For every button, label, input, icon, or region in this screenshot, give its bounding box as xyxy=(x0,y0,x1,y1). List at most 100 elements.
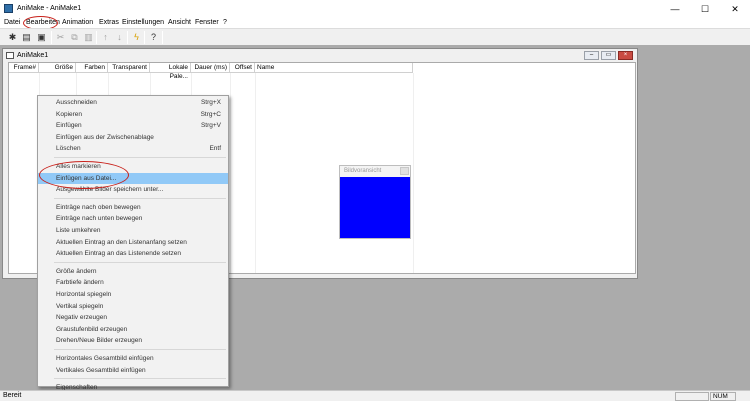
column-header-frame[interactable]: Frame# xyxy=(9,63,39,73)
context-menu-item[interactable]: Vertikales Gesamtbild einfügen xyxy=(38,365,228,376)
column-header-colors[interactable]: Farben xyxy=(76,63,108,73)
toolbar-separator xyxy=(51,31,52,44)
save-icon[interactable]: ▣ xyxy=(35,31,48,44)
context-menu-item[interactable]: Kopieren Strg+C xyxy=(38,109,228,120)
context-menu-item[interactable]: Farbtiefe ändern xyxy=(38,277,228,288)
context-menu-item[interactable]: Einfügen Strg+V xyxy=(38,120,228,131)
context-menu-item[interactable]: Liste umkehren xyxy=(38,225,228,236)
annotation-circle-menu-item xyxy=(39,161,129,189)
context-menu-item[interactable]: Drehen/Neue Bilder erzeugen xyxy=(38,335,228,346)
context-menu-item-label: Liste umkehren xyxy=(56,227,101,234)
title-bar: AniMake - AniMake1 — ☐ ✕ xyxy=(0,0,750,18)
context-menu-item-label: Einträge nach unten bewegen xyxy=(56,215,143,223)
context-menu-item-shortcut: Strg+C xyxy=(200,110,221,118)
column-header-transparent[interactable]: Transparent xyxy=(108,63,150,73)
preview-canvas xyxy=(340,177,410,238)
column-header-name[interactable]: Name xyxy=(255,63,413,73)
context-menu-item[interactable]: Einträge nach oben bewegen xyxy=(38,202,228,213)
toolbar-separator xyxy=(162,31,163,44)
menu-help[interactable]: ? xyxy=(223,19,227,26)
context-menu-item-label: Einfügen xyxy=(56,122,82,130)
context-menu-item-shortcut: Strg+X xyxy=(200,99,221,106)
context-menu-item-label: Kopieren xyxy=(56,110,83,118)
status-pane-empty xyxy=(675,392,709,401)
move-down-icon[interactable]: ↓ xyxy=(113,31,126,44)
menu-separator xyxy=(54,378,226,380)
help-icon[interactable]: ? xyxy=(147,31,160,44)
context-menu-item-label: Graustufenbild erzeugen xyxy=(56,325,128,333)
context-menu-item[interactable]: Größe ändern xyxy=(38,266,228,277)
context-menu-item-label: Einfügen aus der Zwischenablage xyxy=(56,133,154,141)
context-menu-item[interactable]: Horizontales Gesamtbild einfügen xyxy=(38,353,228,364)
close-button[interactable]: ✕ xyxy=(720,0,750,18)
context-menu-item-label: Ausschneiden xyxy=(56,99,97,106)
context-menu-item[interactable]: Löschen Entf xyxy=(38,143,228,154)
context-menu-item-label: Farbtiefe ändern xyxy=(56,279,104,287)
context-menu-item-label: Löschen xyxy=(56,145,81,153)
new-icon[interactable]: ✱ xyxy=(6,31,19,44)
status-num-indicator: NUM xyxy=(710,392,736,401)
context-menu-item[interactable]: Einträge nach unten bewegen xyxy=(38,213,228,224)
context-menu: Ausschneiden Strg+X Kopieren Strg+C Einfügen… xyxy=(37,95,229,391)
paste-icon[interactable]: ▥ xyxy=(82,31,95,44)
menu-bar: Datei Bearbeiten Animation Extras Einste… xyxy=(0,18,750,28)
column-header-size[interactable]: Größe xyxy=(39,63,76,73)
menu-fenster[interactable]: Fenster xyxy=(195,19,219,26)
context-menu-item[interactable]: Aktuellen Eintrag an den Listenanfang se… xyxy=(38,237,228,248)
toolbar-separator xyxy=(144,31,145,44)
context-menu-item-label: Horizontales Gesamtbild einfügen xyxy=(56,355,154,362)
context-menu-item-label: Vertikal spiegeln xyxy=(56,302,104,310)
menu-einstellungen[interactable]: Einstellungen xyxy=(122,19,164,26)
cut-icon[interactable]: ✂ xyxy=(54,31,67,44)
child-close-button[interactable]: × xyxy=(618,51,633,60)
menu-datei[interactable]: Datei xyxy=(4,19,20,26)
move-up-icon[interactable]: ↑ xyxy=(99,31,112,44)
context-menu-item-label: Negativ erzeugen xyxy=(56,314,107,322)
context-menu-item[interactable]: Vertikal spiegeln xyxy=(38,301,228,312)
column-header-local-palette[interactable]: Lokale Pale... xyxy=(150,63,191,80)
context-menu-item-label: Vertikales Gesamtbild einfügen xyxy=(56,366,146,374)
menu-animation[interactable]: Animation xyxy=(62,19,93,26)
context-menu-item[interactable]: Horizontal spiegeln xyxy=(38,289,228,300)
menu-separator xyxy=(54,349,226,350)
menu-ansicht[interactable]: Ansicht xyxy=(168,19,191,26)
context-menu-item[interactable]: Graustufenbild erzeugen xyxy=(38,324,228,335)
document-icon xyxy=(6,52,14,59)
context-menu-item-label: Aktuellen Eintrag an das Listenende setz… xyxy=(56,250,182,258)
image-preview-window: Bildvoransicht xyxy=(339,165,411,239)
context-menu-item-label: Horizontal spiegeln xyxy=(56,291,112,298)
context-menu-item-label: Aktuellen Eintrag an den Listenanfang se… xyxy=(56,238,187,246)
column-divider xyxy=(413,73,414,273)
child-restore-button[interactable]: ▭ xyxy=(601,51,616,60)
column-header-offset[interactable]: Offset xyxy=(230,63,255,73)
column-header-duration[interactable]: Dauer (ms) xyxy=(191,63,230,73)
minimize-button[interactable]: — xyxy=(660,0,690,18)
context-menu-item[interactable]: Negativ erzeugen xyxy=(38,312,228,323)
context-menu-item[interactable]: Einfügen aus der Zwischenablage xyxy=(38,132,228,143)
child-window-title: AniMake1 xyxy=(17,52,49,59)
copy-icon[interactable]: ⧉ xyxy=(68,31,81,44)
context-menu-item-label: Drehen/Neue Bilder erzeugen xyxy=(56,337,142,345)
image-preview-title: Bildvoransicht xyxy=(344,168,382,174)
status-bar: Bereit NUM xyxy=(0,390,750,401)
menu-extras[interactable]: Extras xyxy=(99,19,119,26)
context-menu-item-label: Einträge nach oben bewegen xyxy=(56,203,141,211)
context-menu-item-shortcut: Entf xyxy=(209,145,221,153)
play-icon[interactable]: ϟ xyxy=(130,31,143,44)
child-minimize-button[interactable]: – xyxy=(584,51,599,60)
context-menu-item[interactable]: Ausschneiden Strg+X xyxy=(38,97,228,108)
preview-close-button[interactable] xyxy=(400,167,409,175)
open-icon[interactable]: ▤ xyxy=(20,31,33,44)
app-icon xyxy=(4,4,13,13)
window-title: AniMake - AniMake1 xyxy=(17,5,82,12)
column-divider xyxy=(255,73,256,273)
column-divider xyxy=(230,73,231,273)
context-menu-item-label: Größe ändern xyxy=(56,267,97,275)
maximize-button[interactable]: ☐ xyxy=(690,0,720,18)
context-menu-item-shortcut: Strg+V xyxy=(200,122,221,130)
toolbar-separator xyxy=(96,31,97,44)
menu-separator xyxy=(54,261,226,263)
context-menu-item[interactable]: Aktuellen Eintrag an das Listenende setz… xyxy=(38,248,228,259)
status-text: Bereit xyxy=(3,392,22,399)
menu-separator xyxy=(54,197,226,199)
